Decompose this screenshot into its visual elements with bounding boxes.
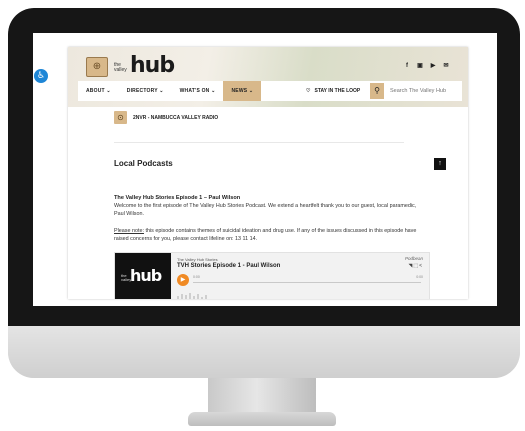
- content-notice: Please note: this episode contains theme…: [114, 227, 419, 243]
- episode-title: The Valley Hub Stories Episode 1 – Paul …: [114, 195, 241, 201]
- monitor-chin: [8, 326, 520, 378]
- player-episode-title: TVH Stories Episode 1 - Paul Wilson: [177, 263, 281, 269]
- logo-badge-icon[interactable]: ⊕: [86, 57, 108, 77]
- player-actions: ◥⬚<: [408, 263, 423, 269]
- episode-description: Welcome to the first episode of The Vall…: [114, 203, 417, 217]
- radio-icon: ⊙: [114, 111, 127, 124]
- monitor-stand: [208, 378, 316, 416]
- waveform: [177, 293, 237, 299]
- player-show-name: The Valley Hub Stories: [177, 257, 218, 262]
- nav-whats-on[interactable]: WHAT'S ON ⌄: [172, 81, 224, 101]
- radio-link[interactable]: ⊙ 2NVR - NAMBUCCA VALLEY RADIO: [114, 111, 218, 124]
- instagram-icon[interactable]: ▣: [416, 62, 424, 70]
- section-title: Local Podcasts: [114, 159, 173, 168]
- social-links: f ▣ ▶ ✉: [403, 62, 450, 70]
- scroll-top-button[interactable]: ↑: [434, 158, 446, 170]
- monitor-stand-foot: [188, 412, 336, 426]
- youtube-icon[interactable]: ▶: [429, 62, 437, 70]
- notice-text: this episode contains themes of suicidal…: [114, 228, 417, 242]
- accessibility-icon[interactable]: ♿: [33, 68, 49, 84]
- site-logo[interactable]: hub: [130, 53, 175, 78]
- stay-in-loop-link[interactable]: ♡ STAY IN THE LOOP: [306, 81, 360, 101]
- artwork-logo: hub: [130, 266, 162, 285]
- nav-directory[interactable]: DIRECTORY ⌄: [119, 81, 172, 101]
- nav-whats-on-label: WHAT'S ON: [179, 88, 210, 94]
- stay-in-loop-label: STAY IN THE LOOP: [314, 88, 361, 94]
- search-input[interactable]: [386, 83, 456, 99]
- facebook-icon[interactable]: f: [403, 62, 411, 70]
- player-brand: Podbean: [404, 256, 423, 261]
- nav-about-label: ABOUT: [86, 88, 105, 94]
- podcast-player: the valley hub The Valley Hub Stories TV…: [114, 252, 430, 299]
- nav-about[interactable]: ABOUT ⌄: [78, 81, 119, 101]
- divider: [114, 142, 404, 143]
- heart-icon: ♡: [306, 88, 311, 94]
- search-icon[interactable]: ⚲: [370, 83, 384, 99]
- share-icon[interactable]: <: [419, 263, 423, 269]
- notice-label: Please note:: [114, 228, 144, 234]
- radio-label: 2NVR - NAMBUCCA VALLEY RADIO: [133, 114, 219, 121]
- play-button[interactable]: ▶: [177, 274, 189, 286]
- time-start: 0:00: [193, 275, 200, 279]
- main-nav: ABOUT ⌄ DIRECTORY ⌄ WHAT'S ON ⌄ NEWS ⌄ ♡…: [78, 81, 462, 101]
- nav-directory-label: DIRECTORY: [126, 88, 158, 94]
- time-end: 0:00: [416, 275, 423, 279]
- email-icon[interactable]: ✉: [442, 62, 450, 70]
- website-page: ⊕ the valley hub f ▣ ▶ ✉ ABOUT ⌄ DIRECTO…: [68, 47, 468, 299]
- progress-track[interactable]: [193, 282, 421, 283]
- podcast-artwork: the valley hub: [115, 253, 171, 299]
- nav-news[interactable]: NEWS ⌄: [223, 81, 262, 101]
- nav-news-label: NEWS: [231, 88, 248, 94]
- site-header: ⊕ the valley hub f ▣ ▶ ✉ ABOUT ⌄ DIRECTO…: [68, 47, 468, 107]
